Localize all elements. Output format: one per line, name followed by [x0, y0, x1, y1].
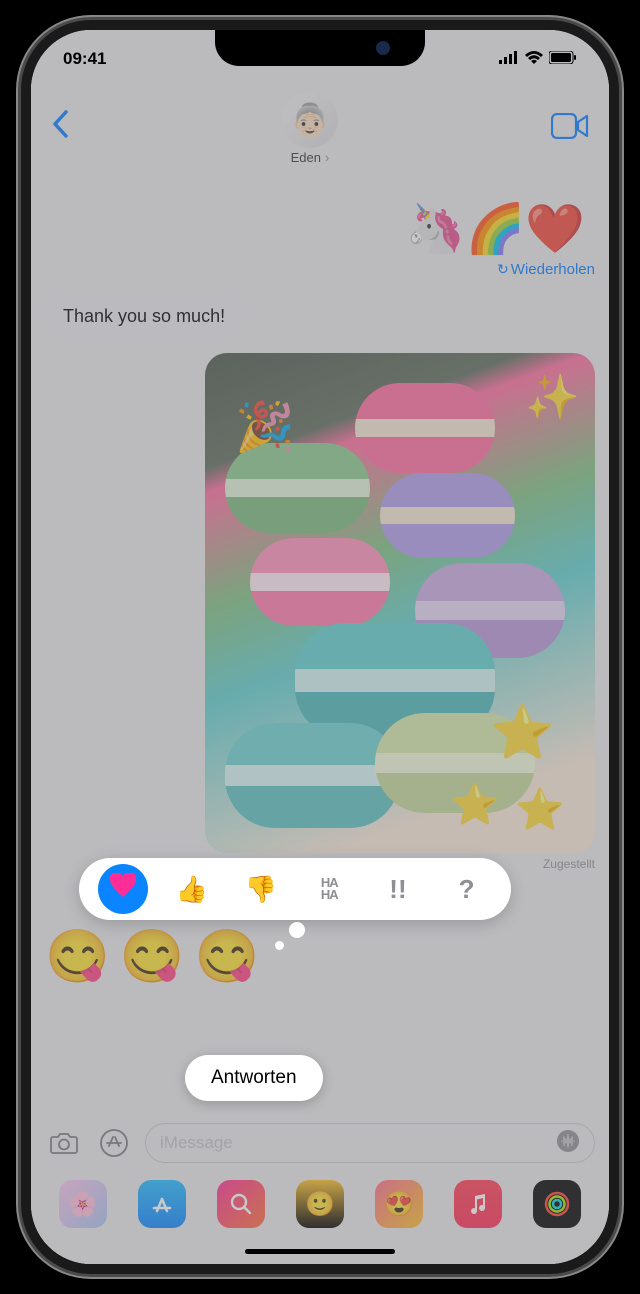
music-app-icon[interactable] — [454, 1180, 502, 1228]
conversation-header: 👵🏻 Eden — [31, 78, 609, 178]
tapback-heart[interactable] — [98, 864, 148, 914]
animoji-app-icon[interactable]: 😍 — [375, 1180, 423, 1228]
thumbs-down-icon: 👎 — [244, 874, 276, 905]
compose-bar: iMessage — [31, 1117, 609, 1169]
cellular-icon — [499, 49, 519, 69]
notch — [215, 30, 425, 66]
images-search-icon[interactable] — [217, 1180, 265, 1228]
screen: 09:41 👵🏻 Eden — [31, 30, 609, 1264]
status-time: 09:41 — [63, 49, 106, 69]
exclaim-icon: !! — [389, 874, 406, 905]
outgoing-emoji-message[interactable]: 😋 😋 😋 — [45, 926, 595, 987]
fitness-app-icon[interactable] — [533, 1180, 581, 1228]
reply-menu-item[interactable]: Antworten — [185, 1055, 323, 1101]
iphone-frame: 09:41 👵🏻 Eden — [21, 20, 619, 1274]
question-icon: ? — [459, 874, 475, 905]
tapback-question[interactable]: ? — [442, 864, 492, 914]
tapback-picker: 👍 👎 HA HA !! ? — [79, 858, 511, 920]
emoji: 😋 — [120, 926, 185, 987]
message-input[interactable]: iMessage — [145, 1123, 595, 1163]
camera-button[interactable] — [45, 1124, 83, 1162]
star-overlay: ⭐ — [515, 786, 565, 833]
star-overlay: ⭐ — [450, 781, 500, 828]
messages-list[interactable]: 🦄 🌈 ❤️ Wiederholen Thank you so much! ✨ — [31, 190, 609, 1084]
thumbs-up-icon: 👍 — [176, 874, 208, 905]
wifi-icon — [525, 49, 543, 69]
haha-icon: HA HA — [321, 877, 338, 900]
rainbow-sticker[interactable]: 🌈 — [465, 200, 525, 257]
heart-sticker[interactable]: ❤️ — [525, 200, 585, 257]
emoji: 😋 — [195, 926, 260, 987]
tapback-thumbs-down[interactable]: 👎 — [236, 864, 286, 914]
unicorn-sticker[interactable]: 🦄 — [406, 200, 466, 257]
tapback-exclaim[interactable]: !! — [373, 864, 423, 914]
outgoing-stickers: 🦄 🌈 ❤️ — [45, 200, 585, 257]
side-button[interactable] — [609, 310, 614, 415]
macaron — [225, 443, 370, 533]
emoji: 😋 — [45, 926, 110, 987]
memoji-app-icon[interactable]: 🙂 — [296, 1180, 344, 1228]
incoming-message[interactable]: Thank you so much! — [45, 294, 243, 339]
sparkle-overlay: ✨ — [525, 371, 580, 423]
battery-icon — [549, 49, 577, 69]
home-indicator[interactable] — [245, 1249, 395, 1254]
dictation-button[interactable] — [556, 1129, 580, 1158]
outgoing-photo-message[interactable]: ✨ 🎉 ⭐ ⭐ ⭐ — [205, 353, 595, 853]
retry-send-link[interactable]: Wiederholen — [45, 261, 595, 278]
macaron — [380, 473, 515, 558]
apps-button[interactable] — [95, 1124, 133, 1162]
back-button[interactable] — [51, 109, 69, 148]
contact-name: Eden — [291, 150, 330, 165]
facetime-button[interactable] — [551, 113, 589, 144]
tapback-thumbs-up[interactable]: 👍 — [167, 864, 217, 914]
star-overlay: ⭐ — [490, 702, 555, 763]
macaron — [250, 538, 390, 626]
macaron — [355, 383, 495, 473]
photos-app-icon[interactable]: 🌸 — [59, 1180, 107, 1228]
avatar: 👵🏻 — [282, 92, 338, 148]
heart-icon — [109, 873, 137, 906]
imessage-app-dock[interactable]: 🌸 🙂 😍 — [31, 1174, 609, 1234]
app-store-icon[interactable] — [138, 1180, 186, 1228]
party-overlay: 🎉 — [235, 398, 295, 455]
input-placeholder: iMessage — [160, 1133, 233, 1153]
macaron — [225, 723, 400, 828]
tapback-haha[interactable]: HA HA — [304, 864, 354, 914]
contact-info[interactable]: 👵🏻 Eden — [282, 92, 338, 165]
